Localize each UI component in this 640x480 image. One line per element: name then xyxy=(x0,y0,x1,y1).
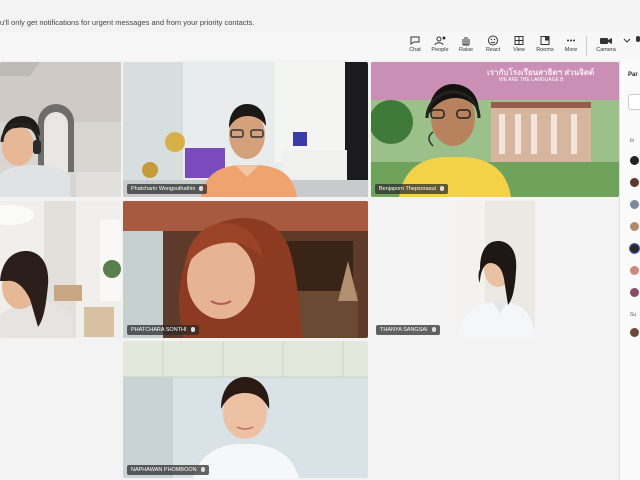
avatar[interactable] xyxy=(630,288,639,297)
video-tile-participant-2[interactable]: Phatcharin Wongsuthathin xyxy=(123,62,368,197)
section-in-meeting-label: In xyxy=(630,138,635,144)
mic-button[interactable] xyxy=(634,35,640,57)
avatar[interactable] xyxy=(630,328,639,337)
chevron-down-icon xyxy=(623,38,631,43)
grid-view-icon xyxy=(514,36,524,45)
panel-title: Par xyxy=(628,72,638,78)
react-icon xyxy=(488,35,498,46)
avatar[interactable] xyxy=(630,200,639,209)
notification-text: u'll only get notifications for urgent m… xyxy=(0,18,255,27)
more-button[interactable]: More xyxy=(557,35,585,57)
chat-button[interactable]: Chat xyxy=(401,35,429,57)
mic-icon xyxy=(440,186,445,192)
mic-icon xyxy=(200,467,205,473)
banner-subtitle: WE ARE THE LANGUAGE B xyxy=(499,77,564,83)
participant-video xyxy=(0,62,121,197)
participant-video xyxy=(455,201,536,338)
participant-name-label: Phatcharin Wongsuthathin xyxy=(127,184,208,194)
view-button[interactable]: View xyxy=(505,35,533,57)
more-icon xyxy=(567,39,575,42)
search-input[interactable] xyxy=(628,94,640,110)
video-tile-participant-5[interactable]: PHATCHARA SONTHI xyxy=(123,201,368,338)
participant-video xyxy=(123,62,368,197)
rooms-icon xyxy=(540,36,550,45)
camera-button[interactable]: Camera xyxy=(592,35,620,57)
video-tile-participant-4[interactable] xyxy=(0,201,121,338)
participant-video xyxy=(123,341,368,478)
people-icon xyxy=(434,36,446,46)
notification-bar: u'll only get notifications for urgent m… xyxy=(0,0,640,33)
people-button[interactable]: People xyxy=(426,35,454,57)
avatar[interactable] xyxy=(630,178,639,187)
participant-video xyxy=(123,201,368,338)
participant-name-label: PHATCHARA SONTHI xyxy=(127,325,199,335)
avatar[interactable] xyxy=(630,222,639,231)
participants-panel: Par In Su xyxy=(619,60,640,480)
chat-icon xyxy=(410,36,420,45)
toolbar-divider xyxy=(586,36,587,56)
rooms-button[interactable]: Rooms xyxy=(531,35,559,57)
react-button[interactable]: React xyxy=(479,35,507,57)
raise-hand-button[interactable]: Raise xyxy=(452,35,480,57)
camera-icon xyxy=(600,38,612,44)
avatar[interactable] xyxy=(630,244,639,253)
mic-icon xyxy=(199,186,204,192)
mic-icon xyxy=(636,36,640,42)
raise-hand-icon xyxy=(462,37,470,46)
mic-icon xyxy=(190,327,195,333)
participant-name-label: THANYA SANGSAI xyxy=(376,325,440,335)
participant-name-label: Benjaporn Thepsorasut xyxy=(375,184,449,194)
participant-name-label: NAPHAWAN PHOMBOON xyxy=(127,465,209,475)
video-tile-participant-1[interactable] xyxy=(0,62,121,197)
video-tile-participant-7[interactable]: NAPHAWAN PHOMBOON xyxy=(123,341,368,478)
avatar[interactable] xyxy=(630,266,639,275)
video-tile-participant-3[interactable]: เรากับโรงเรียนสาธิตฯ ส่วนจิตต์ WE ARE TH… xyxy=(371,62,619,197)
mic-icon xyxy=(431,327,436,333)
section-suggestions-label: Su xyxy=(630,312,637,318)
avatar[interactable] xyxy=(630,156,639,165)
video-tile-participant-6[interactable]: THANYA SANGSAI xyxy=(372,201,619,338)
participant-video xyxy=(0,201,121,338)
